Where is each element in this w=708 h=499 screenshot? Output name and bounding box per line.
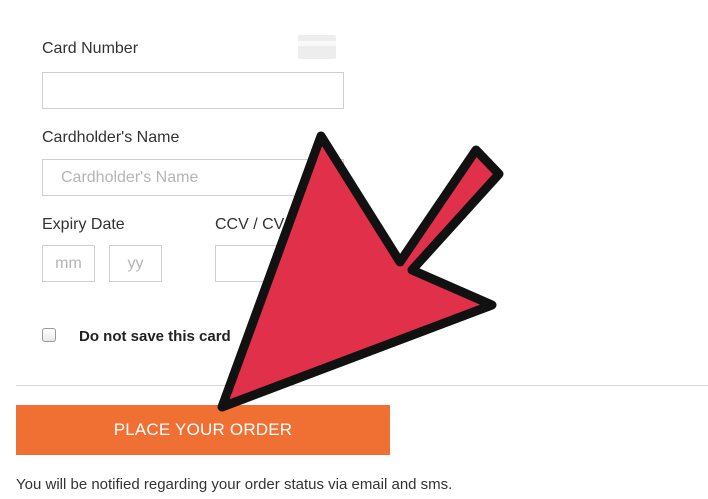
checkout-page: Card Number Cardholder's Name Expiry Dat… xyxy=(0,0,708,499)
red-arrow-icon xyxy=(217,131,504,412)
red-arrow-shape xyxy=(217,131,504,412)
